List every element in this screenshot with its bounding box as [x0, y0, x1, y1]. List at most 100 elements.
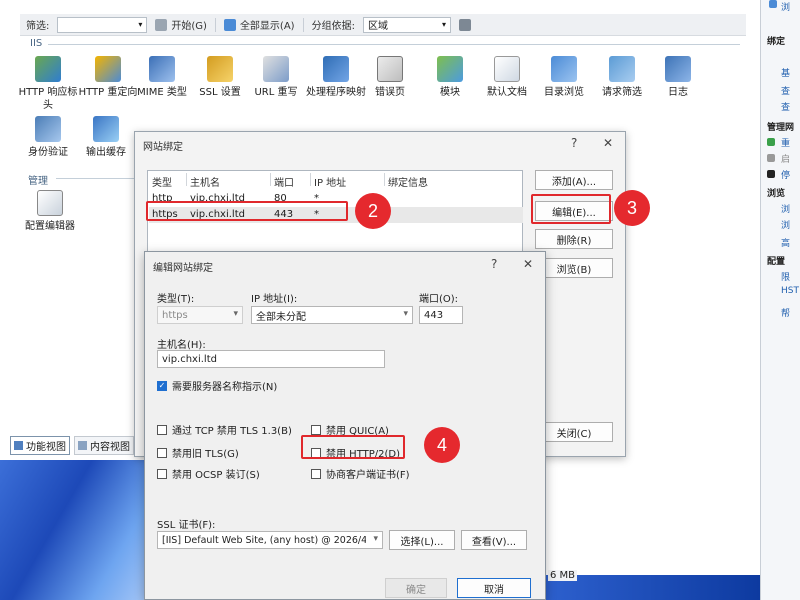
feature-error-pages[interactable]: 错误页: [360, 56, 420, 99]
cancel-button[interactable]: 取消: [457, 578, 531, 598]
tab-features-view[interactable]: 功能视图: [10, 435, 70, 455]
start-label: 开始(G): [171, 21, 207, 32]
ssl-cert-label: SSL 证书(F):: [157, 520, 216, 531]
ip-label: IP 地址(I):: [251, 294, 298, 305]
actions-link[interactable]: 限: [781, 270, 790, 283]
start-button[interactable]: 开始(G): [155, 17, 207, 32]
start-icon: [767, 154, 775, 162]
filter-input[interactable]: ▾: [57, 16, 148, 33]
column-header: 主机名: [190, 178, 220, 189]
checkbox-label: 需要服务器名称指示(N): [172, 382, 278, 393]
ip-select[interactable]: 全部未分配 ▾: [251, 306, 413, 324]
checkbox-checked-icon: ✓: [157, 380, 167, 391]
error-page-icon: [377, 56, 403, 82]
feature-label: HTTP 重定向: [78, 87, 138, 98]
group-by-select[interactable]: 区域 ▾: [362, 16, 451, 33]
feature-default-document[interactable]: 默认文档: [477, 56, 537, 99]
actions-link[interactable]: 浏: [781, 0, 790, 13]
feature-http-response-headers[interactable]: HTTP 响应标头: [18, 56, 78, 112]
actions-link[interactable]: 浏: [781, 218, 790, 231]
filter-toolbar: 筛选: ▾ 开始(G) 全部显示(A) 分组依据: 区域 ▾: [20, 14, 746, 36]
chevron-down-icon: ▾: [403, 309, 408, 319]
mime-icon: [149, 56, 175, 82]
disable-legacy-tls-checkbox[interactable]: 禁用旧 TLS(G): [157, 445, 239, 460]
actions-link-bindings[interactable]: 绑定: [767, 34, 785, 47]
actions-link[interactable]: 查: [781, 100, 790, 113]
feature-authentication[interactable]: 身份验证: [18, 116, 78, 159]
actions-link[interactable]: HST: [781, 286, 799, 296]
actions-link[interactable]: 高: [781, 236, 790, 249]
close-button[interactable]: ✕: [603, 136, 613, 150]
step-badge-3: 3: [614, 190, 650, 226]
select-cert-button[interactable]: 选择(L)...: [389, 530, 455, 550]
feature-directory-browsing[interactable]: 目录浏览: [534, 56, 594, 99]
view-cert-button[interactable]: 查看(V)...: [461, 530, 527, 550]
actions-heading: 配置: [767, 257, 786, 267]
handler-mapping-icon: [323, 56, 349, 82]
help-button[interactable]: ?: [491, 257, 497, 271]
show-all-button[interactable]: 全部显示(A): [223, 17, 295, 32]
disable-tls13-checkbox[interactable]: 通过 TCP 禁用 TLS 1.3(B): [157, 422, 292, 437]
feature-modules[interactable]: 模块: [420, 56, 480, 99]
lock-icon: [207, 56, 233, 82]
feature-handler-mappings[interactable]: 处理程序映射: [306, 56, 366, 99]
actions-link[interactable]: 重: [781, 136, 790, 149]
actions-link[interactable]: 帮: [781, 306, 790, 319]
host-label: 主机名(H):: [157, 340, 206, 351]
actions-link[interactable]: 浏: [781, 202, 790, 215]
port-input[interactable]: 443: [419, 306, 463, 324]
show-all-icon: [223, 18, 236, 31]
feature-output-caching[interactable]: 输出缓存: [76, 116, 136, 159]
funnel-icon: [155, 18, 168, 31]
feature-label: HTTP 响应标头: [18, 87, 78, 111]
column-divider: [310, 173, 311, 186]
actions-link[interactable]: 查: [781, 84, 790, 97]
column-divider: [270, 173, 271, 186]
checkbox-icon: [311, 468, 321, 479]
feature-ssl-settings[interactable]: SSL 设置: [190, 56, 250, 99]
sni-checkbox[interactable]: ✓ 需要服务器名称指示(N): [157, 378, 277, 393]
feature-url-rewrite[interactable]: URL 重写: [246, 56, 306, 99]
negotiate-client-cert-checkbox[interactable]: 协商客户端证书(F): [311, 466, 410, 481]
add-button[interactable]: 添加(A)...: [535, 170, 613, 190]
help-button[interactable]: ?: [571, 136, 577, 150]
redirect-icon: [95, 56, 121, 82]
disable-ocsp-stapling-checkbox[interactable]: 禁用 OCSP 装订(S): [157, 466, 260, 481]
actions-link[interactable]: 启: [781, 152, 790, 165]
features-view-icon: [14, 440, 23, 450]
toolbar-divider: [302, 17, 304, 32]
browse-button[interactable]: 浏览(B): [535, 258, 613, 278]
chevron-down-icon: ▾: [441, 20, 446, 29]
default-document-icon: [494, 56, 520, 82]
checkbox-icon: [157, 424, 167, 435]
request-filter-icon: [609, 56, 635, 82]
browse-icon: [769, 0, 777, 8]
dialog-title: 编辑网站绑定: [153, 263, 213, 274]
feature-label: 模块: [440, 87, 460, 98]
remove-button[interactable]: 删除(R): [535, 229, 613, 249]
checkbox-label: 禁用 OCSP 装订(S): [172, 470, 260, 481]
highlight-edit-button: [531, 194, 611, 224]
feature-configuration-editor[interactable]: 配置编辑器: [18, 190, 82, 233]
feature-logging[interactable]: 日志: [648, 56, 708, 99]
ok-button[interactable]: 确定: [385, 578, 447, 598]
content-view-icon: [78, 440, 87, 450]
actions-heading: 浏览: [767, 189, 786, 199]
type-select[interactable]: https ▾: [157, 306, 243, 324]
feature-mime-types[interactable]: MIME 类型: [132, 56, 192, 99]
ssl-cert-select[interactable]: [IIS] Default Web Site, (any host) @ 202…: [157, 531, 383, 549]
restart-icon: [767, 138, 775, 146]
feature-http-redirect[interactable]: HTTP 重定向: [78, 56, 138, 99]
tab-content-view[interactable]: 内容视图: [74, 435, 134, 455]
actions-link[interactable]: 基: [781, 66, 790, 79]
config-editor-icon: [37, 190, 63, 216]
column-header: 类型: [152, 178, 172, 189]
close-button[interactable]: ✕: [523, 257, 533, 271]
view-mode-button[interactable]: [458, 18, 471, 31]
feature-label: 身份验证: [28, 147, 68, 158]
column-header: 端口: [274, 178, 294, 189]
feature-request-filtering[interactable]: 请求筛选: [592, 56, 652, 99]
close-dialog-button[interactable]: 关闭(C): [535, 422, 613, 442]
actions-link[interactable]: 停: [781, 168, 790, 181]
host-input[interactable]: vip.chxi.ltd: [157, 350, 385, 368]
